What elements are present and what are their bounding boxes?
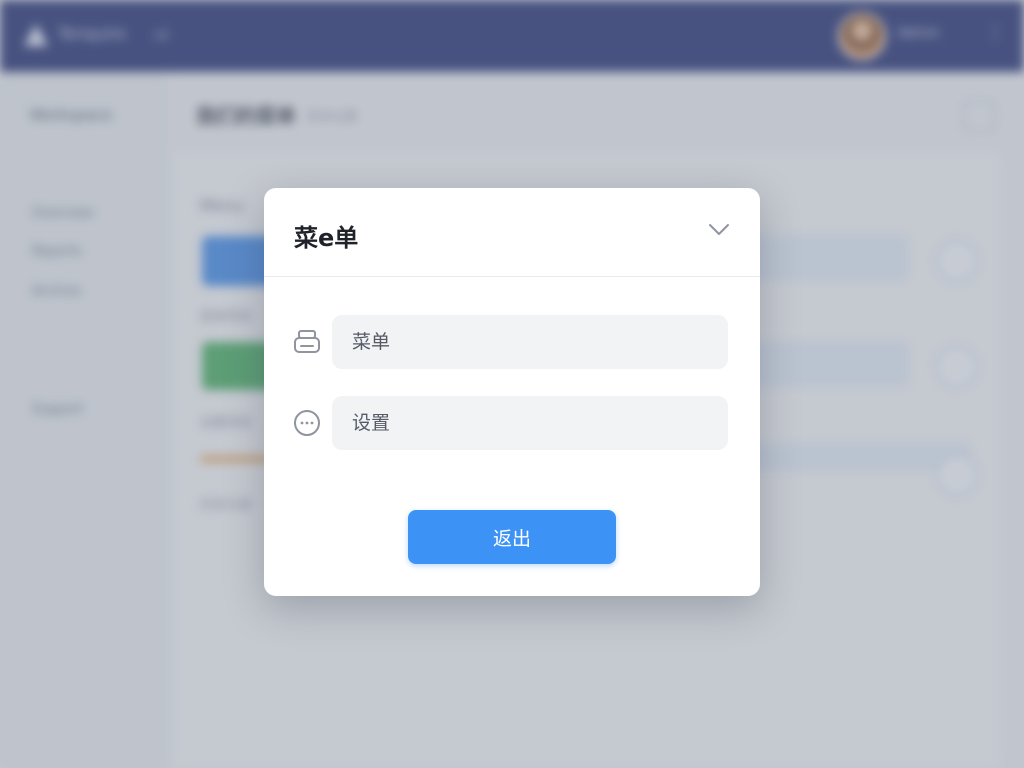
dialog-header: 菜e单 — [264, 188, 760, 277]
chevron-down-icon[interactable] — [708, 218, 730, 240]
dialog-title: 菜e单 — [294, 224, 359, 252]
printer-icon — [294, 330, 320, 353]
settings-field[interactable] — [332, 396, 728, 450]
menu-field[interactable] — [332, 315, 728, 369]
menu-dialog: 菜e单 返出 — [264, 188, 760, 596]
exit-button[interactable]: 返出 — [408, 510, 616, 564]
app-window: Tenquiro v2 Admin ⋮ Workspace Overview R… — [0, 0, 1024, 768]
more-circle-icon — [294, 410, 320, 436]
